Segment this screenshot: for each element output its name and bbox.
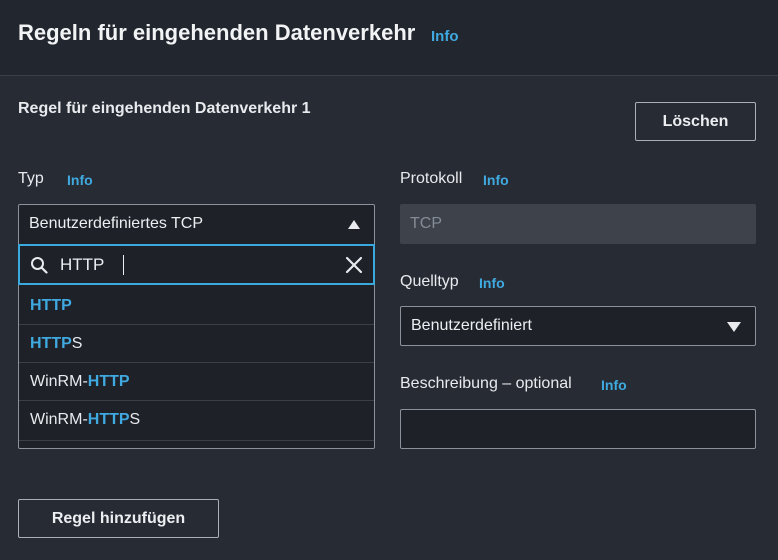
option-match: HTTP: [87, 411, 130, 428]
beschreibung-input[interactable]: [400, 409, 756, 449]
option-prefix: WinRM-: [30, 372, 88, 390]
protokoll-info-link[interactable]: Info: [483, 172, 509, 188]
quelltyp-info-link[interactable]: Info: [479, 275, 505, 291]
protokoll-field: TCP: [400, 204, 756, 244]
options-footer-divider: [19, 440, 374, 448]
typ-options-list: HTTP HTTP S WinRM- HTTP WinRM- HTTP S: [19, 287, 374, 439]
option-match: HTTP: [30, 296, 72, 314]
text-cursor: [123, 255, 124, 275]
caret-down-icon: [727, 322, 741, 332]
typ-option[interactable]: WinRM- HTTP S: [19, 401, 374, 439]
add-rule-button[interactable]: Regel hinzufügen: [18, 499, 219, 538]
protokoll-label: Protokoll: [400, 170, 463, 187]
typ-selected-value: Benutzerdefiniertes TCP: [29, 215, 204, 232]
page-header: Regeln für eingehenden Datenverkehr Info: [0, 0, 778, 76]
typ-option[interactable]: WinRM- HTTP: [19, 363, 374, 401]
typ-option[interactable]: HTTP: [19, 287, 374, 325]
typ-search-input[interactable]: [60, 253, 330, 277]
option-match: HTTP: [30, 334, 72, 352]
typ-select-trigger[interactable]: Benutzerdefiniertes TCP: [19, 205, 374, 243]
typ-option[interactable]: HTTP S: [19, 325, 374, 363]
delete-button[interactable]: Löschen: [635, 102, 756, 141]
beschreibung-info-link[interactable]: Info: [601, 377, 627, 393]
rule-title: Regel für eingehenden Datenverkehr 1: [18, 100, 311, 117]
quelltyp-select[interactable]: Benutzerdefiniert: [400, 306, 756, 346]
protokoll-value: TCP: [410, 215, 442, 232]
option-match: HTTP: [87, 372, 130, 390]
quelltyp-selected-value: Benutzerdefiniert: [411, 317, 532, 334]
caret-up-icon: [348, 220, 360, 229]
typ-info-link[interactable]: Info: [67, 172, 93, 188]
option-prefix: WinRM-: [30, 411, 88, 428]
close-icon[interactable]: [345, 256, 363, 274]
page-title: Regeln für eingehenden Datenverkehr: [18, 20, 416, 45]
beschreibung-label: Beschreibung – optional: [400, 375, 572, 392]
option-suffix: S: [129, 411, 141, 428]
quelltyp-label: Quelltyp: [400, 273, 459, 290]
option-suffix: S: [71, 334, 83, 352]
header-info-link[interactable]: Info: [431, 28, 459, 45]
typ-label: Typ: [18, 170, 44, 187]
search-icon: [31, 257, 48, 274]
typ-select[interactable]: Benutzerdefiniertes TCP HTTP HTTPS WinRM…: [18, 204, 375, 449]
typ-search-box[interactable]: [18, 244, 375, 285]
